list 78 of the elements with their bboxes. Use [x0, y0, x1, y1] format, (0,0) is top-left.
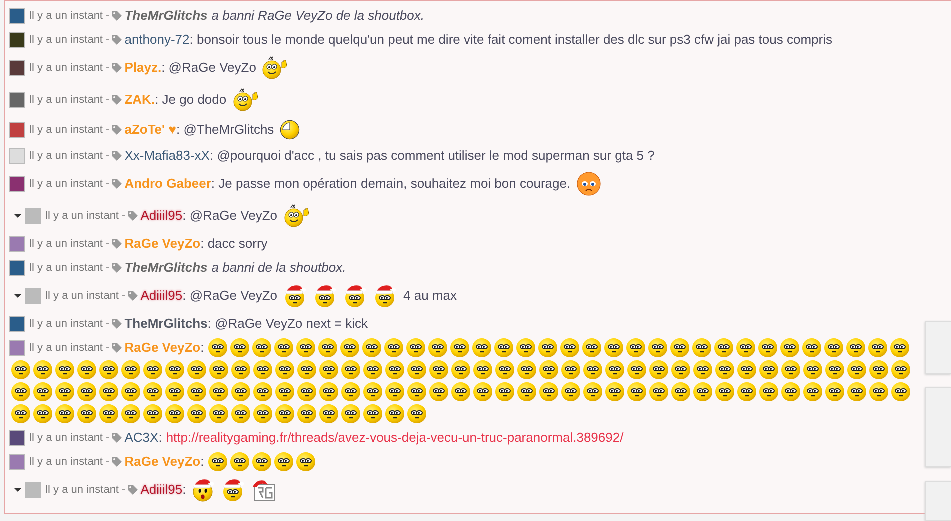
- tag-icon: [128, 211, 138, 221]
- collapse-caret-icon[interactable]: [14, 293, 22, 299]
- collapse-caret-icon[interactable]: [14, 213, 22, 219]
- tag-icon: [112, 63, 122, 73]
- message-text: : @TheMrGlitchs: [176, 121, 274, 140]
- timestamp: Il y a un instant -: [45, 482, 126, 498]
- avatar: [9, 92, 25, 108]
- message-text: : @RaGe VeyZo: [182, 207, 278, 226]
- username-link[interactable]: Adiiil95: [140, 206, 183, 226]
- timestamp: Il y a un instant -: [29, 430, 110, 446]
- message-text: : Je go dodo: [155, 91, 227, 110]
- tag-icon: [128, 291, 138, 301]
- avatar: [25, 288, 41, 304]
- username-link[interactable]: TheMrGlitchs: [124, 6, 208, 26]
- username-link[interactable]: Adiiil95: [140, 286, 183, 306]
- timestamp: Il y a un instant -: [29, 60, 110, 76]
- message-text: : Je passe mon opération demain, souhaitez moi bon courage.: [211, 175, 571, 194]
- avatar: [9, 32, 25, 48]
- message-text: 4 au max: [404, 287, 457, 306]
- tag-icon: [128, 485, 138, 495]
- avatar: [9, 430, 25, 446]
- message-text: : @RaGe VeyZo: [162, 59, 256, 78]
- timestamp: Il y a un instant -: [45, 208, 126, 224]
- tag-icon: [112, 11, 122, 21]
- tag-icon: [112, 457, 122, 467]
- timestamp: Il y a un instant -: [29, 454, 110, 470]
- tag-icon: [112, 433, 122, 443]
- tag-icon: [112, 95, 122, 105]
- tag-icon: [112, 35, 122, 45]
- timestamp: Il y a un instant -: [29, 32, 110, 48]
- username-link[interactable]: Adiiil95: [140, 480, 183, 500]
- message-text: a banni de la shoutbox.: [212, 259, 346, 278]
- tag-icon: [112, 343, 122, 353]
- username-link[interactable]: TheMrGlitchs: [124, 258, 208, 278]
- timestamp: Il y a un instant -: [29, 8, 110, 24]
- username-link[interactable]: AC3X: [124, 428, 159, 448]
- timestamp: Il y a un instant -: [29, 122, 110, 138]
- message-text: :: [158, 429, 162, 448]
- message-text: : @RaGe VeyZo next = kick: [208, 315, 368, 334]
- collapse-caret-icon[interactable]: [14, 487, 22, 493]
- message-text: :: [182, 481, 186, 500]
- avatar: [9, 260, 25, 276]
- message-text: :: [200, 453, 204, 472]
- message-text: :: [200, 339, 204, 358]
- avatar: [9, 8, 25, 24]
- avatar: [9, 454, 25, 470]
- timestamp: Il y a un instant -: [29, 260, 110, 276]
- message-text: : bonsoir tous le monde quelqu'un peut me dire vite fait coment installer des dlc sur ps3 cfw jai pas tous compris: [190, 31, 832, 50]
- avatar: [9, 60, 25, 76]
- message-text: a banni RaGe VeyZo de la shoutbox.: [212, 7, 425, 26]
- tag-icon: [112, 239, 122, 249]
- avatar: [9, 176, 25, 192]
- timestamp: Il y a un instant -: [29, 340, 110, 356]
- message-text: : @pourquoi d'acc , tu sais pas comment utiliser le mod superman sur gta 5 ?: [210, 147, 655, 166]
- tag-icon: [112, 179, 122, 189]
- avatar: [9, 122, 25, 138]
- tag-icon: [112, 319, 122, 329]
- message-text: : @RaGe VeyZo: [182, 287, 278, 306]
- avatar: [9, 148, 25, 164]
- message-text: : dacc sorry: [200, 235, 268, 254]
- avatar: [9, 340, 25, 356]
- avatar: [9, 316, 25, 332]
- tag-icon: [112, 151, 122, 161]
- avatar: [25, 208, 41, 224]
- username-link[interactable]: anthony-72: [124, 30, 190, 50]
- timestamp: Il y a un instant -: [29, 176, 110, 192]
- avatar: [25, 482, 41, 498]
- timestamp: Il y a un instant -: [29, 92, 110, 108]
- tag-icon: [112, 125, 122, 135]
- avatar: [9, 236, 25, 252]
- username-link[interactable]: Xx-Mafia83-xX: [124, 146, 210, 166]
- timestamp: Il y a un instant -: [29, 236, 110, 252]
- timestamp: Il y a un instant -: [45, 288, 126, 304]
- message-link[interactable]: http://realitygaming.fr/threads/avez-vous-deja-vecu-un-truc-paranormal.389692/: [166, 428, 624, 448]
- timestamp: Il y a un instant -: [29, 148, 110, 164]
- tag-icon: [112, 263, 122, 273]
- timestamp: Il y a un instant -: [29, 316, 110, 332]
- username-link[interactable]: TheMrGlitchs: [124, 314, 208, 334]
